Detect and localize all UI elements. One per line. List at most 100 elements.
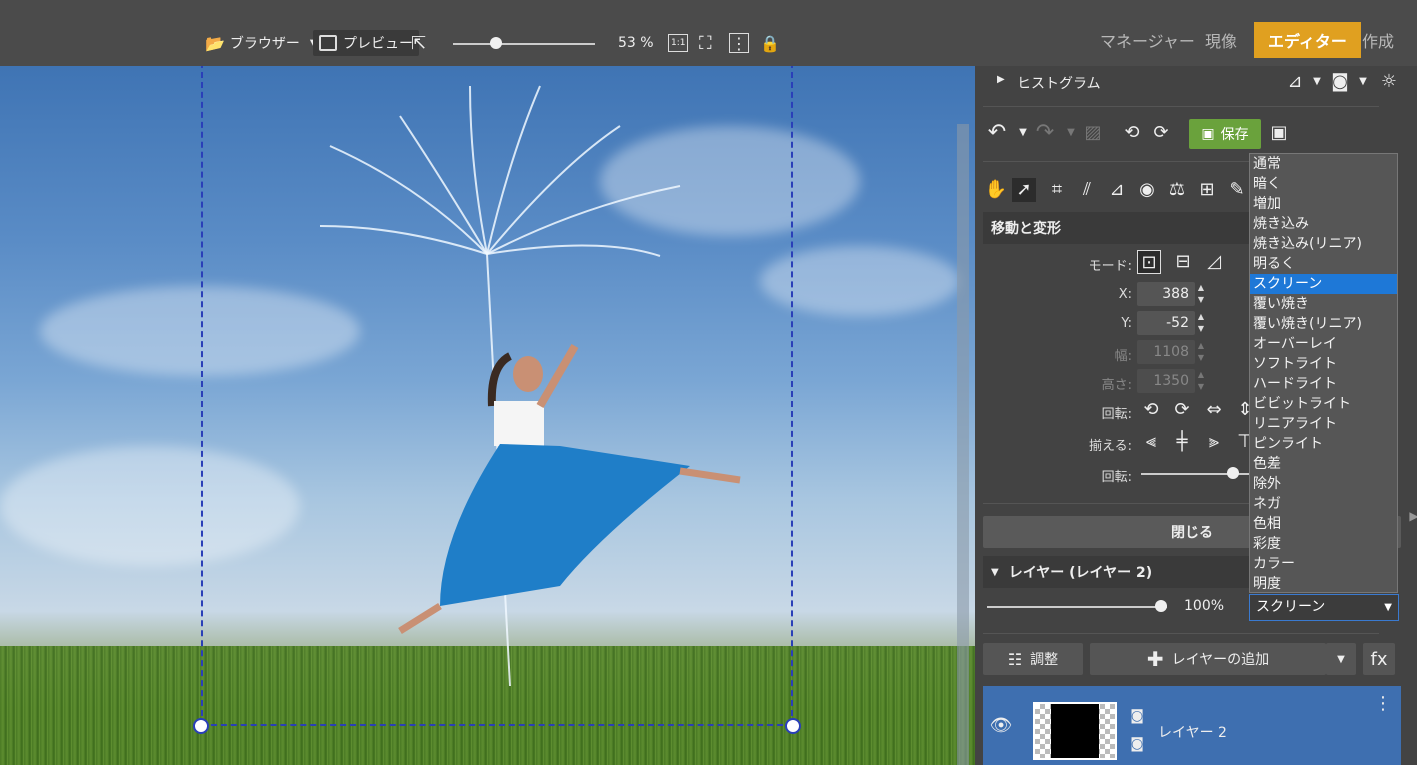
straighten-tool-icon[interactable]: ⫽ xyxy=(1075,178,1099,202)
blend-mode-option[interactable]: 通常 xyxy=(1250,154,1397,174)
add-layer-dropdown-chevron-icon[interactable]: ▼ xyxy=(1326,643,1356,675)
align-right-icon[interactable]: ⫸ xyxy=(1202,430,1226,454)
red-eye-tool-icon[interactable]: ◉ xyxy=(1135,178,1159,202)
selection-tool-icon[interactable]: ⊞ xyxy=(1195,178,1219,202)
save-as-icon[interactable]: ▣ xyxy=(1267,121,1291,145)
blend-mode-option[interactable]: カラー xyxy=(1250,554,1397,574)
blend-mode-option[interactable]: 明るく xyxy=(1250,254,1397,274)
zoom-slider-track[interactable] xyxy=(453,43,595,45)
rotate-right-icon[interactable]: ⟳ xyxy=(1170,398,1194,422)
layer-section-title: レイヤー (レイヤー 2) xyxy=(1008,565,1153,581)
undo-icon[interactable]: ↶ xyxy=(985,121,1009,145)
histogram-mode-icon[interactable]: ⊿ xyxy=(1283,70,1307,94)
browser-button[interactable]: 📂 ブラウザー ▼ xyxy=(205,30,318,56)
blend-mode-option[interactable]: ネガ xyxy=(1250,494,1397,514)
canvas-scrollbar[interactable] xyxy=(957,124,969,765)
top-toolbar: 📂 ブラウザー ▼ プレビュー ⇱ 53 % 1:1 ⛶ ⋮ 🔒 マネージャー … xyxy=(0,0,1417,66)
blend-mode-option[interactable]: 明度 xyxy=(1250,574,1397,594)
chevron-down-icon[interactable]: ▼ xyxy=(1351,70,1375,94)
height-input[interactable]: 1350 xyxy=(1137,369,1195,393)
lock-icon[interactable]: 🔒 xyxy=(760,30,780,56)
zoom-slider-knob[interactable] xyxy=(489,37,502,49)
blend-mode-option[interactable]: ピンライト xyxy=(1250,434,1397,454)
layer-row[interactable]: 👁 ◙ ◙ レイヤー 2 ⋮ xyxy=(983,686,1401,765)
blend-mode-option[interactable]: 覆い焼き xyxy=(1250,294,1397,314)
brush-tool-icon[interactable]: ✎ xyxy=(1225,178,1249,202)
resize-handle-bottom-right[interactable] xyxy=(785,718,801,734)
external-window-icon[interactable]: ⇱ xyxy=(411,30,426,56)
save-button[interactable]: ▣ 保存 xyxy=(1189,119,1261,149)
blend-mode-option[interactable]: 彩度 xyxy=(1250,534,1397,554)
opacity-slider-track[interactable] xyxy=(987,606,1167,608)
chevron-down-icon[interactable]: ▼ xyxy=(1011,121,1035,145)
tab-editor[interactable]: エディター xyxy=(1254,22,1361,58)
rotate-right-icon[interactable]: ⟳ xyxy=(1149,121,1173,145)
mask-icon[interactable]: ◙ xyxy=(1328,70,1352,94)
blend-mode-option[interactable]: リニアライト xyxy=(1250,414,1397,434)
hand-tool-icon[interactable]: ✋ xyxy=(984,178,1008,202)
blend-mode-dropdown-list[interactable]: 通常 暗く 増加 焼き込み 焼き込み(リニア) 明るく スクリーン 覆い焼き 覆い焼き(リニア)… xyxy=(1249,153,1398,593)
blend-mode-option[interactable]: ビビットライト xyxy=(1250,394,1397,414)
mode-perspective-icon[interactable]: ⊟ xyxy=(1171,250,1195,274)
perspective-tool-icon[interactable]: ⊿ xyxy=(1105,178,1129,202)
redo-icon[interactable]: ↷ xyxy=(1033,121,1057,145)
blend-mode-select[interactable]: スクリーン ▼ xyxy=(1249,594,1399,621)
crop-tool-icon[interactable]: ⌗ xyxy=(1045,178,1069,202)
add-layer-button[interactable]: ✚ レイヤーの追加 xyxy=(1090,643,1326,675)
adjust-button[interactable]: ☷ 調整 xyxy=(983,643,1083,675)
blend-mode-option[interactable]: 増加 xyxy=(1250,194,1397,214)
width-spinner[interactable]: ▲ ▼ xyxy=(1195,340,1207,364)
chevron-down-icon[interactable]: ▼ xyxy=(1305,70,1329,94)
height-spinner[interactable]: ▲ ▼ xyxy=(1195,369,1207,393)
fit-screen-icon[interactable]: ⛶ xyxy=(699,30,712,56)
height-label: 高さ: xyxy=(1101,378,1132,393)
blend-mode-option[interactable]: 色差 xyxy=(1250,454,1397,474)
settings-gear-icon[interactable]: ☼ xyxy=(1377,70,1401,94)
resize-handle-bottom-left[interactable] xyxy=(193,718,209,734)
x-input[interactable]: 388 xyxy=(1137,282,1195,306)
more-options-icon[interactable]: ⋮ xyxy=(1371,692,1395,716)
level-tool-icon[interactable]: ⚖ xyxy=(1165,178,1189,202)
fit-height-icon[interactable]: ⋮ xyxy=(729,33,749,53)
adjust-sliders-icon: ☷ xyxy=(1007,649,1023,669)
panel-expand-arrow-icon[interactable]: ▶ xyxy=(1402,504,1417,528)
y-spinner[interactable]: ▲ ▼ xyxy=(1195,311,1207,335)
fx-button[interactable]: fx xyxy=(1363,643,1395,675)
layer-mask-icon[interactable]: ◙ xyxy=(1125,704,1149,728)
image-icon[interactable]: ▨ xyxy=(1081,121,1105,145)
align-left-icon[interactable]: ⫷ xyxy=(1139,430,1163,454)
flip-horizontal-icon[interactable]: ⇔ xyxy=(1202,398,1226,422)
move-tool-icon[interactable]: ➚ xyxy=(1012,178,1036,202)
image-canvas[interactable] xyxy=(0,66,975,765)
x-spinner[interactable]: ▲ ▼ xyxy=(1195,282,1207,306)
blend-mode-option[interactable]: 覆い焼き(リニア) xyxy=(1250,314,1397,334)
mode-skew-icon[interactable]: ◿ xyxy=(1202,250,1226,274)
mode-normal-icon[interactable]: ⊡ xyxy=(1137,250,1161,274)
blend-mode-option[interactable]: 除外 xyxy=(1250,474,1397,494)
tab-create[interactable]: 作成 xyxy=(1348,22,1408,58)
blend-mode-option[interactable]: ソフトライト xyxy=(1250,354,1397,374)
selection-rectangle[interactable] xyxy=(201,66,793,726)
rotate-left-icon[interactable]: ⟲ xyxy=(1139,398,1163,422)
histogram-title[interactable]: ヒストグラム xyxy=(1017,73,1101,93)
y-input[interactable]: -52 xyxy=(1137,311,1195,335)
chevron-down-icon[interactable]: ▼ xyxy=(1059,121,1083,145)
width-input[interactable]: 1108 xyxy=(1137,340,1195,364)
rotate-slider-knob[interactable] xyxy=(1227,467,1239,479)
blend-mode-option[interactable]: オーバーレイ xyxy=(1250,334,1397,354)
blend-mode-option[interactable]: 色相 xyxy=(1250,514,1397,534)
blend-mode-option[interactable]: 暗く xyxy=(1250,174,1397,194)
expand-arrow-icon[interactable]: ▶ xyxy=(997,74,1005,85)
blend-mode-option[interactable]: ハードライト xyxy=(1250,374,1397,394)
eye-icon[interactable]: 👁 xyxy=(989,714,1013,738)
opacity-slider-knob[interactable] xyxy=(1155,600,1167,612)
blend-mode-option[interactable]: スクリーン xyxy=(1250,274,1397,294)
one-to-one-button[interactable]: 1:1 xyxy=(668,34,689,52)
blend-mode-option[interactable]: 焼き込み(リニア) xyxy=(1250,234,1397,254)
align-center-icon[interactable]: ╪ xyxy=(1170,430,1194,454)
layer-mask-icon[interactable]: ◙ xyxy=(1125,732,1149,756)
preview-button[interactable]: プレビュー xyxy=(313,30,419,56)
rotate-left-icon[interactable]: ⟲ xyxy=(1120,121,1144,145)
blend-mode-option[interactable]: 焼き込み xyxy=(1250,214,1397,234)
tab-develop[interactable]: 現像 xyxy=(1191,22,1251,58)
